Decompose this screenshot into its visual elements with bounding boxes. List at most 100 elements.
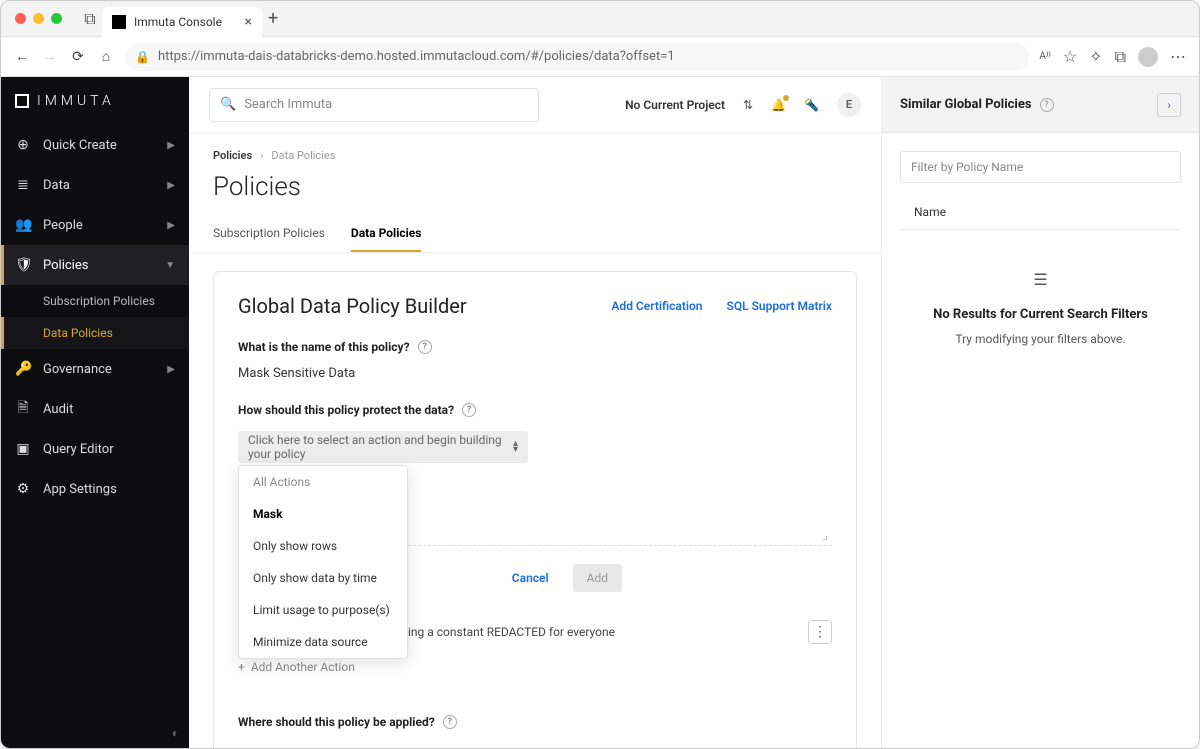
card-title: Global Data Policy Builder <box>238 294 467 318</box>
sql-support-matrix-link[interactable]: SQL Support Matrix <box>727 299 833 313</box>
collapse-panel-button[interactable]: › <box>1157 93 1181 117</box>
shield-icon: 🛡 <box>15 257 31 273</box>
user-menu[interactable]: E <box>837 93 861 117</box>
nav-label: Query Editor <box>43 442 114 457</box>
dropdown-item-minimize-data-source[interactable]: Minimize data source <box>239 626 407 658</box>
browser-refresh-button[interactable]: ⟳ <box>69 49 87 65</box>
sidebar-collapse-button[interactable]: ◐ <box>1 718 189 748</box>
plus-circle-icon: ⊕ <box>15 137 31 153</box>
add-button[interactable]: Add <box>573 564 622 592</box>
list-icon: ☰ <box>900 270 1181 289</box>
rule-summary: ing a constant REDACTED for everyone <box>408 625 808 639</box>
topbar: 🔍 Search Immuta No Current Project ⇅ 🔔 🔦 <box>189 77 881 133</box>
gear-icon: ⚙ <box>15 481 31 497</box>
apply-where-label: Where should this policy be applied? ? <box>238 715 832 729</box>
panel-title: Similar Global Policies <box>900 97 1032 112</box>
dropdown-item-mask[interactable]: Mask <box>239 498 407 530</box>
collections-icon[interactable]: ⧉ <box>1115 47 1126 67</box>
minimize-window-icon[interactable] <box>33 13 44 24</box>
help-icon[interactable]: ? <box>418 340 432 354</box>
new-tab-button[interactable]: + <box>268 8 278 29</box>
browser-back-button[interactable]: ← <box>13 48 31 65</box>
dropdown-item-only-show-data-by-time[interactable]: Only show data by time <box>239 562 407 594</box>
help-icon[interactable]: ? <box>462 403 476 417</box>
extensions-icon[interactable]: ✧ <box>1089 47 1102 66</box>
tab-title: Immuta Console <box>134 15 222 29</box>
breadcrumb-current: Data Policies <box>271 149 335 162</box>
profile-avatar[interactable] <box>1138 47 1158 67</box>
help-icon[interactable]: ? <box>1040 98 1054 112</box>
nav-label: Data <box>43 178 70 193</box>
brand-text: IMMUTA <box>37 93 115 109</box>
tab-close-icon[interactable]: × <box>245 14 252 30</box>
maximize-window-icon[interactable] <box>51 13 62 24</box>
nav-label: Governance <box>43 362 112 377</box>
terminal-icon: ▣ <box>15 441 31 457</box>
nav-governance[interactable]: 🔑 Governance ▶ <box>1 349 189 389</box>
browser-home-button[interactable]: ⌂ <box>97 48 115 65</box>
nav-app-settings[interactable]: ⚙ App Settings <box>1 469 189 509</box>
key-icon: 🔑 <box>15 361 31 377</box>
nav-data[interactable]: ≣ Data ▶ <box>1 165 189 205</box>
subnav-data-policies[interactable]: Data Policies <box>1 317 189 349</box>
lock-icon: 🔒 <box>135 50 150 64</box>
tab-subscription-policies[interactable]: Subscription Policies <box>213 226 325 252</box>
chevron-right-icon: › <box>260 149 263 162</box>
plus-icon: + <box>238 660 245 674</box>
help-icon[interactable]: ? <box>443 715 457 729</box>
notification-dot-icon <box>783 95 789 101</box>
action-dropdown: All Actions Mask Only show rows Only sho… <box>238 465 408 659</box>
policy-name-input[interactable]: Mask Sensitive Data <box>238 366 832 381</box>
empty-subtitle: Try modifying your filters above. <box>900 332 1181 346</box>
resize-handle-icon: ⌟ <box>822 528 828 542</box>
tab-data-policies[interactable]: Data Policies <box>351 226 422 252</box>
search-placeholder: Search Immuta <box>244 97 332 112</box>
read-aloud-icon[interactable]: A⁾⁾ <box>1039 51 1050 62</box>
project-switcher-caret-icon[interactable]: ⇅ <box>743 98 753 112</box>
nav-quick-create[interactable]: ⊕ Quick Create ▶ <box>1 125 189 165</box>
protect-data-label: How should this policy protect the data?… <box>238 403 832 417</box>
dropdown-item-limit-usage[interactable]: Limit usage to purpose(s) <box>239 594 407 626</box>
dropdown-header: All Actions <box>239 466 407 498</box>
browser-tab-bar: ⧉ Immuta Console × + <box>1 1 1199 37</box>
rule-menu-button[interactable]: ⋮ <box>808 620 832 644</box>
browser-url-field[interactable]: 🔒 https://immuta-dais-databricks-demo.ho… <box>125 43 1029 71</box>
policy-builder-card: Global Data Policy Builder Add Certifica… <box>213 271 857 748</box>
nav-policies[interactable]: 🛡 Policies ▼ <box>1 245 189 285</box>
filter-placeholder: Filter by Policy Name <box>911 160 1023 174</box>
nav-label: People <box>43 218 83 233</box>
url-text: https://immuta-dais-databricks-demo.host… <box>158 49 675 64</box>
add-certification-link[interactable]: Add Certification <box>611 299 702 313</box>
add-another-action-button[interactable]: + Add Another Action <box>238 660 355 674</box>
browser-menu-icon[interactable]: ⋯ <box>1170 47 1187 66</box>
nav-label: Policies <box>43 258 88 273</box>
chevron-right-icon: ▶ <box>167 364 175 375</box>
empty-state: ☰ No Results for Current Search Filters … <box>900 270 1181 346</box>
subnav-subscription-policies[interactable]: Subscription Policies <box>1 285 189 317</box>
policy-name-label: What is the name of this policy? ? <box>238 340 832 354</box>
browser-tab-immuta[interactable]: Immuta Console × <box>102 7 262 37</box>
brand-logo[interactable]: IMMUTA <box>1 77 189 125</box>
tab-favicon-icon <box>112 15 126 29</box>
filter-input[interactable]: Filter by Policy Name <box>900 151 1181 183</box>
nav-audit[interactable]: 🗎 Audit <box>1 389 189 429</box>
chevron-down-icon: ▼ <box>165 260 175 271</box>
breadcrumb-root[interactable]: Policies <box>213 149 252 162</box>
search-input[interactable]: 🔍 Search Immuta <box>209 88 539 122</box>
nav-query-editor[interactable]: ▣ Query Editor <box>1 429 189 469</box>
workspaces-icon[interactable]: ⧉ <box>78 7 102 31</box>
project-switcher[interactable]: No Current Project <box>625 98 725 112</box>
similar-policies-panel: Similar Global Policies ? › Filter by Po… <box>881 77 1199 748</box>
browser-address-bar: ← → ⟳ ⌂ 🔒 https://immuta-dais-databricks… <box>1 37 1199 77</box>
cancel-button[interactable]: Cancel <box>502 564 559 592</box>
notifications-button[interactable]: 🔔 <box>771 98 786 112</box>
user-initial: E <box>846 98 852 111</box>
flashlight-icon[interactable]: 🔦 <box>804 98 819 112</box>
action-select[interactable]: Click here to select an action and begin… <box>238 431 528 463</box>
empty-title: No Results for Current Search Filters <box>900 307 1181 322</box>
dropdown-item-only-show-rows[interactable]: Only show rows <box>239 530 407 562</box>
nav-people[interactable]: 👥 People ▶ <box>1 205 189 245</box>
column-header-name: Name <box>900 205 1181 219</box>
close-window-icon[interactable] <box>15 13 26 24</box>
favorite-icon[interactable]: ☆ <box>1063 47 1077 66</box>
